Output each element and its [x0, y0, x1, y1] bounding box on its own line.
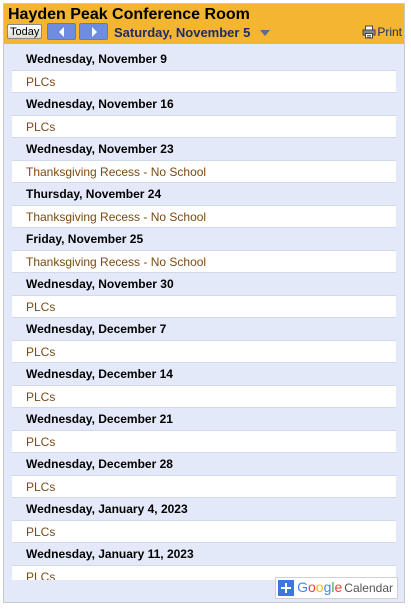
- printer-icon: [362, 25, 376, 39]
- event-item[interactable]: PLCs: [12, 295, 396, 318]
- agenda-list: Wednesday, November 9 PLCs Wednesday, Nove…: [12, 48, 396, 580]
- event-item[interactable]: PLCs: [12, 340, 396, 363]
- calendar-header: Hayden Peak Conference Room Today Saturd…: [4, 4, 404, 44]
- google-logo-letter: o: [307, 579, 316, 595]
- google-logo-letter: e: [334, 579, 343, 595]
- day-header: Wednesday, December 28: [26, 457, 173, 471]
- chevron-right-icon: [92, 27, 97, 37]
- previous-button[interactable]: [47, 23, 76, 40]
- event-item[interactable]: PLCs: [12, 70, 396, 93]
- calendar-widget: Hayden Peak Conference Room Today Saturd…: [3, 3, 405, 603]
- calendar-label: Calendar: [344, 581, 393, 595]
- day-header: Wednesday, January 11, 2023: [26, 547, 194, 561]
- day-header: Wednesday, December 14: [26, 367, 173, 381]
- print-label: Print: [377, 25, 402, 39]
- day-header: Thursday, November 24: [26, 187, 162, 201]
- next-button[interactable]: [79, 23, 108, 40]
- event-item[interactable]: Thanksgiving Recess - No School: [12, 250, 396, 273]
- day-header: Wednesday, December 7: [26, 322, 167, 336]
- google-logo-letter: G: [297, 579, 308, 595]
- event-item[interactable]: PLCs: [12, 115, 396, 138]
- day-header: Friday, November 25: [26, 232, 144, 246]
- day-header: Wednesday, January 4, 2023: [26, 502, 188, 516]
- event-item[interactable]: PLCs: [12, 520, 396, 543]
- google-calendar-button[interactable]: Google Calendar: [275, 577, 398, 599]
- google-logo-letter: o: [315, 579, 324, 595]
- chevron-left-icon: [59, 27, 64, 37]
- day-header: Wednesday, December 21: [26, 412, 173, 426]
- day-header: Wednesday, November 9: [26, 52, 167, 66]
- event-item[interactable]: PLCs: [12, 385, 396, 408]
- google-logo: Google: [297, 579, 342, 597]
- event-item[interactable]: PLCs: [12, 475, 396, 498]
- plus-icon: [278, 580, 295, 596]
- event-item[interactable]: PLCs: [12, 430, 396, 453]
- today-button[interactable]: Today: [7, 24, 43, 39]
- current-date-label[interactable]: Saturday, November 5: [114, 25, 250, 40]
- day-header: Wednesday, November 30: [26, 277, 174, 291]
- day-header: Wednesday, November 23: [26, 142, 174, 156]
- chevron-down-icon[interactable]: [260, 30, 270, 36]
- event-item[interactable]: Thanksgiving Recess - No School: [12, 160, 396, 183]
- calendar-title: Hayden Peak Conference Room: [8, 6, 250, 23]
- day-header: Wednesday, November 16: [26, 97, 174, 111]
- event-item[interactable]: Thanksgiving Recess - No School: [12, 205, 396, 228]
- print-button[interactable]: Print: [362, 24, 402, 40]
